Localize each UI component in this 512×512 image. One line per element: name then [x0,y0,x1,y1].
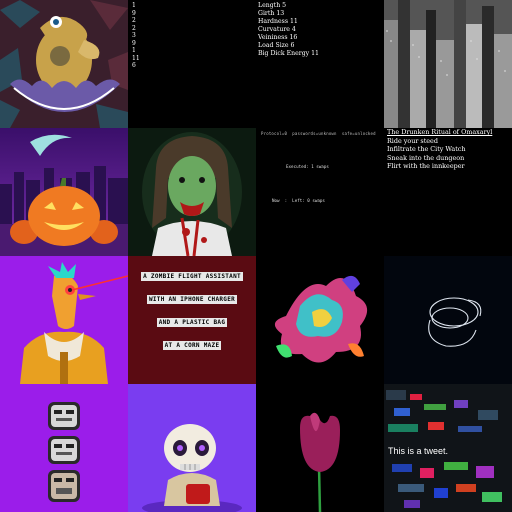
caption-line: AND A PLASTIC BAG [156,318,228,327]
stacked-robots-image [0,384,128,512]
platypus-egg-tile[interactable] [0,0,128,128]
skull-character-tile[interactable] [128,384,256,512]
abstract-sculpture-image [256,256,384,384]
stacked-robots-tile[interactable] [0,384,128,512]
quest-item: Infiltrate the City Watch [387,145,466,154]
stat-line: Hardness 11 [258,18,298,25]
terminal-header: Protocol=0 passwords=unknown safe=unlock… [261,131,376,136]
number-line: 2 [132,17,136,24]
flight-assistant-text-tile[interactable]: A ZOMBIE FLIGHT ASSISTANT WITH AN IPHONE… [128,256,256,400]
terminal-line-left: Now : Left: 0 swaps [272,198,325,203]
number-line: 1 [132,47,136,54]
city-skyscrapers-image [384,0,512,128]
wire-loops-image [384,256,512,384]
caption-line: A ZOMBIE FLIGHT ASSISTANT [141,272,243,281]
number-line: 6 [132,62,136,69]
quest-list-tile[interactable]: The Drunken Ritual of Omaxaryl Ride your… [384,128,512,256]
caption-line: WITH AN IPHONE CHARGER [146,295,238,304]
number-line: 9 [132,9,136,17]
quest-item: Flirt with the innkeeper [387,162,465,171]
stat-line: Veininess 16 [258,34,298,41]
wire-loops-tile[interactable] [384,256,512,384]
tulip-flower-tile[interactable] [256,384,384,512]
numbers-list-tile[interactable]: 1 9 2 2 3 9 1 11 6 [128,0,260,130]
number-line: 9 [132,39,136,47]
tweet-text: This is a tweet. [388,446,449,456]
caption-line: AT A CORN MAZE [162,341,222,350]
number-line: 2 [132,24,136,32]
quest-item: Sneak into the dungeon [387,153,465,162]
abstract-sculpture-tile[interactable] [256,256,384,384]
stat-line: Length 5 [258,2,287,9]
number-line: 3 [132,32,136,39]
stat-line: Curvature 4 [258,26,296,33]
terminal-line-executed: Executed: 1 swaps [286,164,329,169]
stat-line: Big Dick Energy 11 [258,50,319,57]
halloween-pumpkin-image [0,128,128,256]
number-line: 11 [132,54,140,62]
quest-title: The Drunken Ritual of Omaxaryl [387,128,493,136]
seahorse-jacket-tile[interactable] [0,256,128,384]
glitch-tweet-tile[interactable]: This is a tweet. [384,384,512,512]
quest-item: Ride your steed [387,136,438,145]
platypus-egg-image [0,0,128,128]
number-line: 1 [132,2,136,9]
terminal-text-tile[interactable]: Protocol=0 passwords=unknown safe=unlock… [256,128,384,256]
zombie-portrait-tile[interactable] [128,128,256,256]
seahorse-jacket-image [0,256,128,384]
stat-line: Load Size 6 [258,42,295,49]
nft-gallery-grid: 1 9 2 2 3 9 1 11 6 Length 5 Girth 13 Har… [0,0,512,512]
zombie-portrait-image [128,128,256,256]
city-skyscrapers-tile[interactable] [384,0,512,128]
stat-line: Girth 13 [258,10,285,17]
tulip-flower-image [256,384,384,512]
halloween-pumpkin-tile[interactable] [0,128,128,256]
stats-list-tile[interactable]: Length 5 Girth 13 Hardness 11 Curvature … [256,0,386,130]
skull-character-image [128,384,256,512]
